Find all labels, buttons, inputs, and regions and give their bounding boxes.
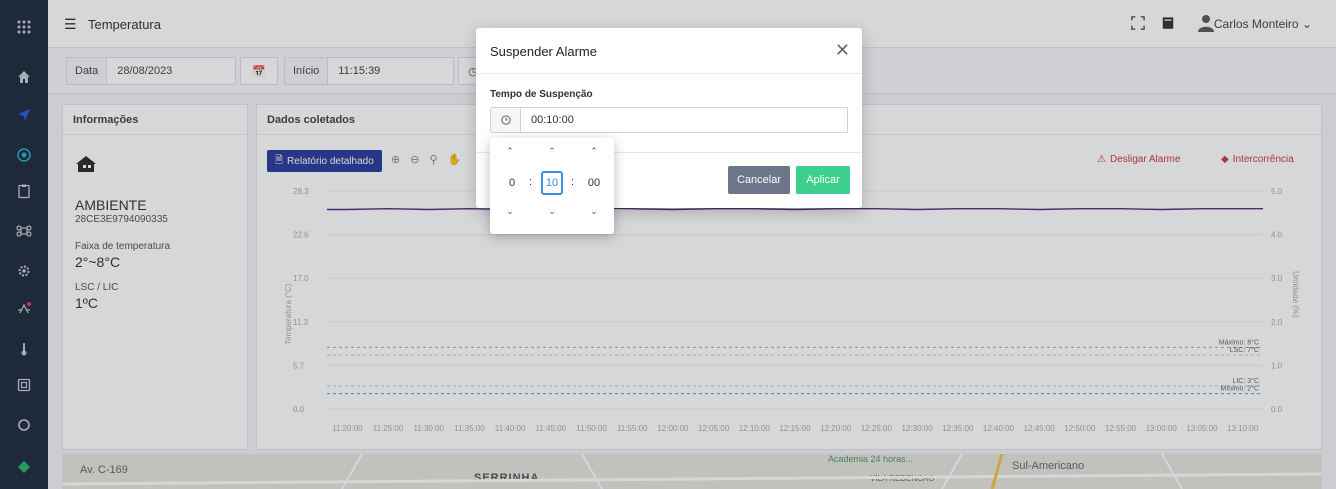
minute-up-icon[interactable]: ⌃ xyxy=(542,146,562,157)
hour-field[interactable]: 0 xyxy=(501,171,523,195)
modal-divider xyxy=(476,73,862,74)
second-down-icon[interactable]: ⌄ xyxy=(584,206,604,217)
suspension-time-label: Tempo de Suspenção xyxy=(490,89,593,100)
second-up-icon[interactable]: ⌃ xyxy=(584,146,604,157)
time-picker: ⌃ ⌃ ⌃ 0 : 10 : 00 ⌄ ⌄ ⌄ xyxy=(490,138,614,234)
minute-field[interactable]: 10 xyxy=(541,171,563,195)
minute-down-icon[interactable]: ⌄ xyxy=(542,206,562,217)
time-separator: : xyxy=(571,176,575,188)
time-separator: : xyxy=(529,176,533,188)
suspension-time-value: 00:10:00 xyxy=(531,114,574,126)
suspension-time-input[interactable]: 00:10:00 xyxy=(490,107,848,133)
hour-up-icon[interactable]: ⌃ xyxy=(500,146,520,157)
cancel-button[interactable]: Cancelar xyxy=(728,166,790,194)
hour-down-icon[interactable]: ⌄ xyxy=(500,206,520,217)
modal-title: Suspender Alarme xyxy=(490,44,597,59)
close-icon[interactable]: ✕ xyxy=(835,40,850,61)
clock-icon xyxy=(491,108,521,132)
apply-button[interactable]: Aplicar xyxy=(796,166,850,194)
second-field[interactable]: 00 xyxy=(583,171,605,195)
